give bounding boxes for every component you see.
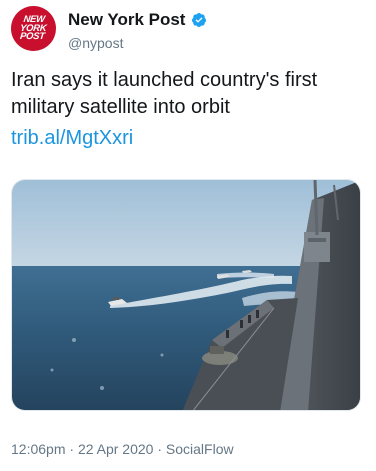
tweet-source[interactable]: SocialFlow (166, 441, 234, 457)
verified-badge-icon (191, 12, 207, 28)
tweet-date: 22 Apr 2020 (77, 441, 154, 457)
avatar[interactable]: NEW YORK POST (11, 6, 56, 51)
meta-separator: · (157, 441, 163, 457)
photo-ship-at-sea (12, 180, 360, 410)
new-york-post-logo: NEW YORK POST (19, 13, 48, 42)
tweet-photo[interactable] (11, 179, 361, 411)
handle[interactable]: @nypost (68, 35, 123, 51)
author-name-row: New York Post (68, 10, 207, 30)
meta-separator: · (69, 441, 75, 457)
tweet-card[interactable]: NEW YORK POST New York Post @nypost Iran… (0, 0, 376, 471)
tweet-text: Iran says it launched country's first mi… (11, 69, 318, 118)
tweet-timestamp[interactable]: 12:06pm · 22 Apr 2020 · SocialFlow (11, 441, 234, 457)
display-name[interactable]: New York Post (68, 10, 185, 30)
tweet-link[interactable]: trib.al/MgtXxri (11, 125, 133, 152)
tweet-time: 12:06pm (11, 441, 66, 457)
